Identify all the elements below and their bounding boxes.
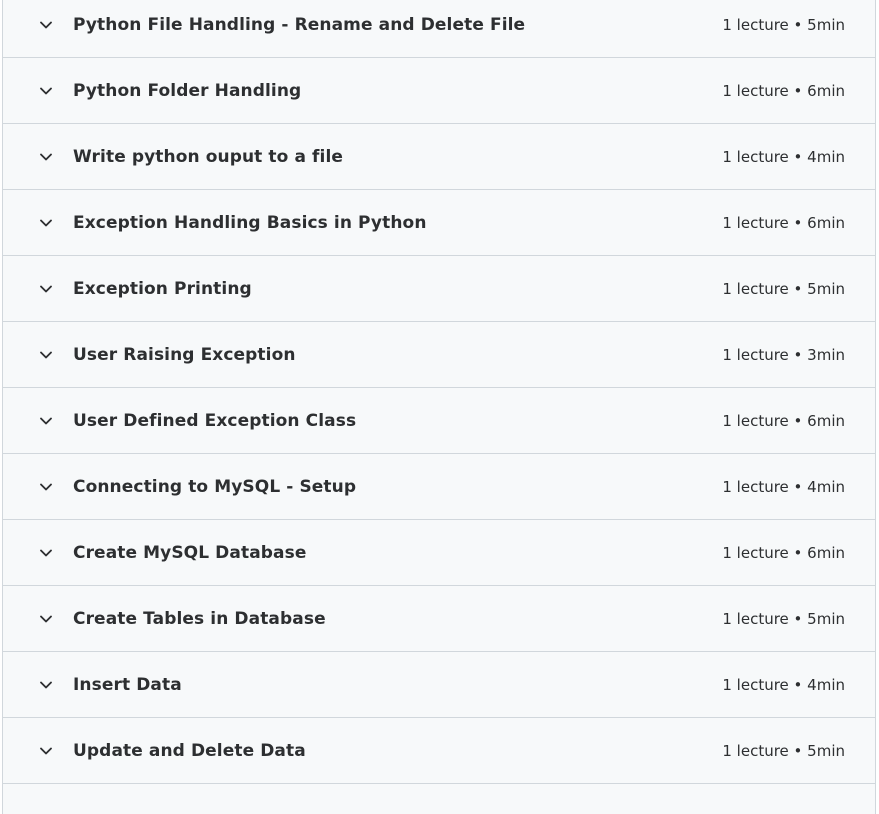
- curriculum-section[interactable]: Python Folder Handling 1 lecture • 6min: [3, 58, 875, 124]
- curriculum-section[interactable]: User Defined Exception Class 1 lecture •…: [3, 388, 875, 454]
- chevron-down-icon[interactable]: [39, 678, 53, 692]
- chevron-down-icon[interactable]: [39, 216, 53, 230]
- chevron-down-icon[interactable]: [39, 546, 53, 560]
- chevron-down-icon[interactable]: [39, 414, 53, 428]
- chevron-down-icon[interactable]: [39, 150, 53, 164]
- chevron-down-icon[interactable]: [39, 480, 53, 494]
- section-title: Update and Delete Data: [73, 740, 306, 761]
- section-title: Create MySQL Database: [73, 542, 307, 563]
- section-lecture-count: 1 lecture • 5min: [722, 279, 845, 298]
- course-curriculum: Python File Handling - Rename and Delete…: [2, 0, 876, 814]
- section-lecture-count: 1 lecture • 5min: [722, 741, 845, 760]
- section-lecture-count: 1 lecture • 4min: [722, 147, 845, 166]
- section-lecture-count: 1 lecture • 6min: [722, 81, 845, 100]
- chevron-down-icon[interactable]: [39, 612, 53, 626]
- curriculum-section[interactable]: Write python ouput to a file 1 lecture •…: [3, 124, 875, 190]
- section-lecture-count: 1 lecture • 4min: [722, 675, 845, 694]
- section-title: Connecting to MySQL - Setup: [73, 476, 357, 497]
- section-lecture-count: 1 lecture • 6min: [722, 213, 845, 232]
- section-title: Python File Handling - Rename and Delete…: [73, 14, 526, 35]
- next-section-partial: [3, 784, 875, 814]
- curriculum-section[interactable]: User Raising Exception 1 lecture • 3min: [3, 322, 875, 388]
- curriculum-section[interactable]: Exception Handling Basics in Python 1 le…: [3, 190, 875, 256]
- section-lecture-count: 1 lecture • 5min: [722, 15, 845, 34]
- section-lecture-count: 1 lecture • 6min: [722, 543, 845, 562]
- curriculum-section[interactable]: Create Tables in Database 1 lecture • 5m…: [3, 586, 875, 652]
- section-title: Python Folder Handling: [73, 80, 302, 101]
- section-title: Insert Data: [73, 674, 182, 695]
- curriculum-section[interactable]: Python File Handling - Rename and Delete…: [3, 0, 875, 58]
- chevron-down-icon[interactable]: [39, 84, 53, 98]
- curriculum-section[interactable]: Insert Data 1 lecture • 4min: [3, 652, 875, 718]
- section-title: User Defined Exception Class: [73, 410, 357, 431]
- curriculum-section[interactable]: Connecting to MySQL - Setup 1 lecture • …: [3, 454, 875, 520]
- section-lecture-count: 1 lecture • 5min: [722, 609, 845, 628]
- section-title: Exception Handling Basics in Python: [73, 212, 427, 233]
- section-title: User Raising Exception: [73, 344, 296, 365]
- section-title: Write python ouput to a file: [73, 146, 344, 167]
- chevron-down-icon[interactable]: [39, 282, 53, 296]
- section-lecture-count: 1 lecture • 6min: [722, 411, 845, 430]
- section-title: Exception Printing: [73, 278, 252, 299]
- curriculum-section[interactable]: Create MySQL Database 1 lecture • 6min: [3, 520, 875, 586]
- section-lecture-count: 1 lecture • 3min: [722, 345, 845, 364]
- chevron-down-icon[interactable]: [39, 18, 53, 32]
- section-lecture-count: 1 lecture • 4min: [722, 477, 845, 496]
- curriculum-section[interactable]: Update and Delete Data 1 lecture • 5min: [3, 718, 875, 784]
- curriculum-section[interactable]: Exception Printing 1 lecture • 5min: [3, 256, 875, 322]
- section-title: Create Tables in Database: [73, 608, 326, 629]
- chevron-down-icon[interactable]: [39, 744, 53, 758]
- chevron-down-icon[interactable]: [39, 348, 53, 362]
